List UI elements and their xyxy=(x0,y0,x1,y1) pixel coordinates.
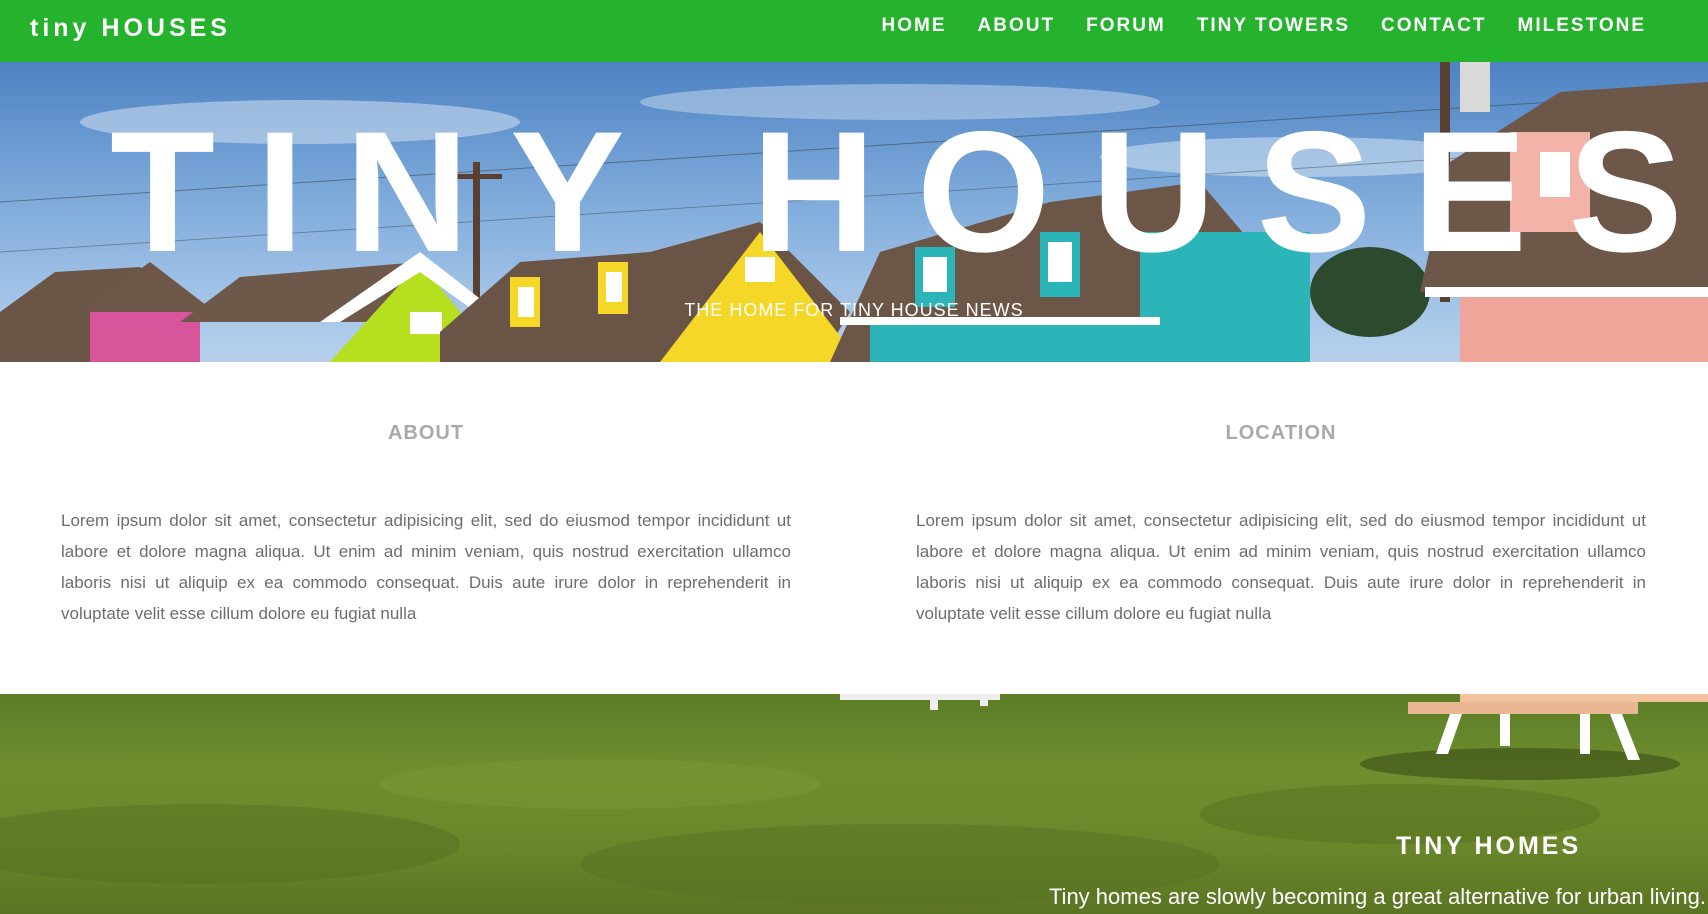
nav-links: HOME ABOUT FORUM TINY TOWERS CONTACT MIL… xyxy=(882,14,1646,38)
nav-link-contact[interactable]: CONTACT xyxy=(1381,14,1486,38)
lawn-picnic-image xyxy=(0,694,1708,904)
nav-link-milestone[interactable]: MILESTONE xyxy=(1518,14,1647,38)
navbar: tiny HOUSES HOME ABOUT FORUM TINY TOWERS… xyxy=(0,0,1708,62)
hero-title: TINY HOUSES xyxy=(110,96,1708,288)
nav-link-forum[interactable]: FORUM xyxy=(1086,14,1166,38)
hero-banner: TINY HOUSES THE HOME FOR TINY HOUSE NEWS xyxy=(0,62,1708,362)
location-heading: LOCATION xyxy=(1225,422,1337,444)
about-heading: ABOUT xyxy=(387,422,465,444)
feature-banner: TINY HOMES Tiny homes are slowly becomin… xyxy=(0,694,1708,914)
brand-logo-link[interactable]: tiny HOUSES xyxy=(30,14,231,43)
nav-link-home[interactable]: HOME xyxy=(882,14,947,38)
nav-link-about[interactable]: ABOUT xyxy=(978,14,1056,38)
feature-title: TINY HOMES xyxy=(1396,832,1582,860)
feature-text: Tiny homes are slowly becoming a great a… xyxy=(1048,884,1706,909)
info-section: ABOUT Lorem ipsum dolor sit amet, consec… xyxy=(0,362,1708,694)
location-body: Lorem ipsum dolor sit amet, consectetur … xyxy=(916,511,1646,623)
nav-link-tiny-towers[interactable]: TINY TOWERS xyxy=(1197,14,1350,38)
hero-subtitle: THE HOME FOR TINY HOUSE NEWS xyxy=(684,300,1024,320)
about-body: Lorem ipsum dolor sit amet, consectetur … xyxy=(61,511,791,623)
